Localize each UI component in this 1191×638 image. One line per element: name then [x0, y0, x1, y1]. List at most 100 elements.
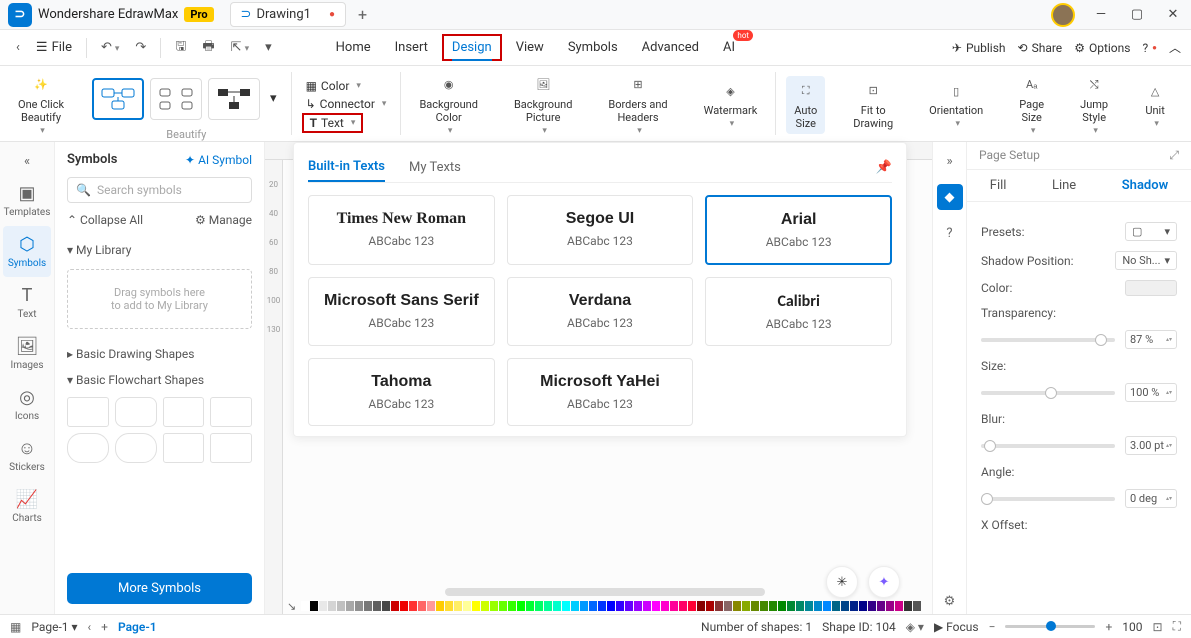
color-swatch[interactable] [544, 601, 552, 611]
focus-button[interactable]: ▶ Focus [934, 620, 979, 634]
color-swatch[interactable] [886, 601, 894, 611]
blur-slider[interactable] [981, 444, 1115, 448]
angle-value[interactable]: 0 deg▴▾ [1125, 489, 1177, 508]
options-button[interactable]: ⚙Options [1074, 41, 1130, 55]
color-swatch[interactable] [760, 601, 768, 611]
one-click-beautify-button[interactable]: ✨ One Click Beautify [10, 70, 72, 140]
publish-button[interactable]: ✈Publish [952, 41, 1006, 55]
color-swatch[interactable] [562, 601, 570, 611]
size-value[interactable]: 100 %▴▾ [1125, 383, 1177, 402]
color-swatch[interactable] [346, 601, 354, 611]
more-dropdown[interactable]: ▾ [259, 36, 278, 59]
layout-more[interactable]: ▾ [266, 87, 281, 110]
shadow-position-dropdown[interactable]: No Sh...▾ [1115, 251, 1177, 270]
rail-icons[interactable]: ◎Icons [3, 379, 51, 430]
color-swatch[interactable] [859, 601, 867, 611]
color-swatch[interactable] [418, 601, 426, 611]
color-swatch[interactable] [913, 601, 921, 611]
color-swatch[interactable] [1125, 280, 1177, 296]
color-swatch[interactable] [697, 601, 705, 611]
user-avatar[interactable] [1051, 3, 1075, 27]
color-swatch[interactable] [625, 601, 633, 611]
symbol-search-input[interactable]: 🔍 Search symbols [67, 177, 252, 203]
color-swatch[interactable] [310, 601, 318, 611]
color-swatch[interactable] [832, 601, 840, 611]
help-button[interactable]: ?● [1142, 41, 1157, 55]
builtin-texts-tab[interactable]: Built-in Texts [308, 153, 385, 182]
orientation-button[interactable]: ▯Orientation [921, 76, 991, 133]
fit-drawing-button[interactable]: ⊡Fit to Drawing [845, 76, 901, 134]
file-menu[interactable]: ☰File [30, 36, 78, 59]
color-swatch[interactable] [724, 601, 732, 611]
color-swatch[interactable] [400, 601, 408, 611]
color-swatch[interactable] [688, 601, 696, 611]
color-swatch[interactable] [364, 601, 372, 611]
color-swatch[interactable] [382, 601, 390, 611]
color-swatch[interactable] [598, 601, 606, 611]
right-settings-tool[interactable]: ⚙ [937, 588, 963, 614]
fullscreen-button[interactable]: ⛶ [1173, 619, 1181, 634]
color-swatch[interactable] [328, 601, 336, 611]
left-rail-collapse-button[interactable]: « [18, 148, 36, 175]
manage-button[interactable]: ⚙ Manage [195, 213, 252, 227]
color-swatch[interactable] [553, 601, 561, 611]
color-swatch[interactable] [526, 601, 534, 611]
color-swatch[interactable] [661, 601, 669, 611]
my-texts-tab[interactable]: My Texts [409, 154, 461, 181]
color-swatch[interactable] [751, 601, 759, 611]
shape-diamond[interactable] [163, 397, 205, 427]
menu-insert[interactable]: Insert [385, 34, 438, 61]
shape-doc[interactable] [163, 433, 205, 463]
size-slider[interactable] [981, 391, 1115, 395]
rail-templates[interactable]: ▣Templates [3, 175, 51, 226]
zoom-slider[interactable] [1005, 625, 1095, 628]
menu-view[interactable]: View [506, 34, 554, 61]
color-swatch[interactable] [355, 601, 363, 611]
print-button[interactable]: 🖶 [196, 33, 220, 63]
color-swatch[interactable] [616, 601, 624, 611]
window-minimize-button[interactable]: — [1083, 1, 1119, 29]
menu-symbols[interactable]: Symbols [558, 34, 628, 61]
undo-button[interactable]: ↶ [95, 36, 125, 59]
basic-flowchart-section[interactable]: ▾ Basic Flowchart Shapes [67, 367, 252, 393]
bg-picture-button[interactable]: 🖼Background Picture [506, 70, 580, 140]
color-swatch[interactable] [805, 601, 813, 611]
pin-popup-button[interactable]: 📌 [876, 160, 892, 175]
color-swatch[interactable] [877, 601, 885, 611]
rail-text[interactable]: TText [3, 277, 51, 328]
color-swatch[interactable] [679, 601, 687, 611]
color-swatch[interactable] [841, 601, 849, 611]
color-swatch[interactable] [454, 601, 462, 611]
color-swatch[interactable] [337, 601, 345, 611]
presets-dropdown[interactable]: ▢ ▾ [1125, 222, 1177, 241]
ai-symbol-button[interactable]: ✦AI Symbol [185, 153, 252, 167]
window-close-button[interactable]: ✕ [1155, 1, 1191, 29]
color-dropdown[interactable]: ▦Color [302, 77, 365, 95]
more-symbols-button[interactable]: More Symbols [67, 573, 252, 604]
color-swatch[interactable] [769, 601, 777, 611]
my-library-dropzone[interactable]: Drag symbols here to add to My Library [67, 269, 252, 329]
shape-data[interactable] [210, 433, 252, 463]
grid-toggle-button[interactable]: ▦ [10, 620, 21, 634]
font-card-segoe-ui[interactable]: Segoe UIABCabc 123 [507, 195, 694, 265]
font-card-times-new-roman[interactable]: Times New RomanABCabc 123 [308, 195, 495, 265]
color-swatch[interactable] [535, 601, 543, 611]
unit-button[interactable]: △Unit [1136, 76, 1174, 133]
save-button[interactable]: 🖫 [169, 33, 192, 63]
shape-flag[interactable] [210, 397, 252, 427]
color-swatch[interactable] [823, 601, 831, 611]
color-swatch[interactable] [715, 601, 723, 611]
export-button[interactable]: ⇱ [225, 36, 255, 59]
font-card-verdana[interactable]: VerdanaABCabc 123 [507, 277, 694, 346]
color-swatch[interactable] [787, 601, 795, 611]
auto-size-button[interactable]: ⛶Auto Size [786, 76, 825, 134]
color-swatch[interactable] [391, 601, 399, 611]
color-swatch[interactable] [436, 601, 444, 611]
color-swatch[interactable] [814, 601, 822, 611]
menu-design[interactable]: Design [442, 34, 502, 61]
color-swatch[interactable] [670, 601, 678, 611]
right-fill-tool[interactable]: ◆ [937, 184, 963, 210]
layout-style-3[interactable] [208, 78, 260, 120]
rail-images[interactable]: 🖼Images [3, 328, 51, 379]
redo-button[interactable]: ↷ [129, 36, 152, 59]
